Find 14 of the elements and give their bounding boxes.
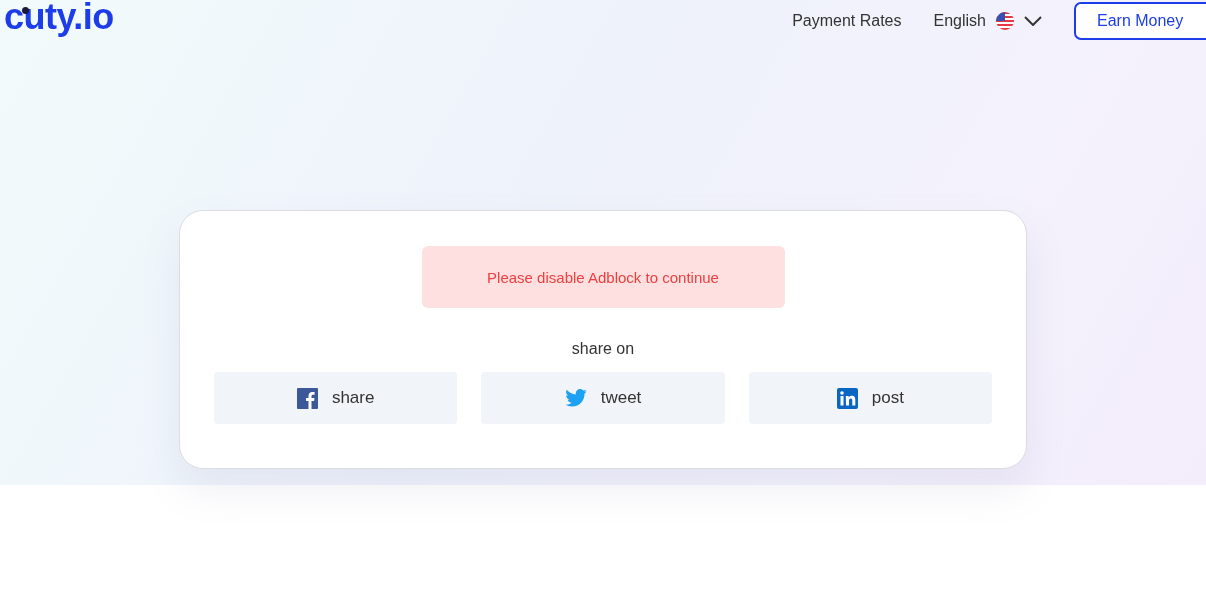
chevron-down-icon: [1024, 16, 1042, 26]
share-button[interactable]: share: [214, 372, 458, 424]
earn-money-button[interactable]: Earn Money: [1074, 2, 1206, 40]
bird-icon: [564, 389, 587, 407]
share-button[interactable]: tweet: [481, 372, 725, 424]
language-selector[interactable]: English: [933, 12, 1042, 30]
share-title: share on: [571, 340, 635, 358]
linkedin-icon: [836, 387, 858, 409]
adblock-alert: Please disable Adblock to continue: [421, 246, 785, 308]
nav-link[interactable]: Payment Rates: [792, 12, 902, 30]
share-button[interactable]: post: [748, 372, 992, 424]
facebook-icon: [296, 387, 318, 409]
logo[interactable]: cuty.io: [4, 0, 114, 35]
flag-icon: [996, 12, 1014, 30]
